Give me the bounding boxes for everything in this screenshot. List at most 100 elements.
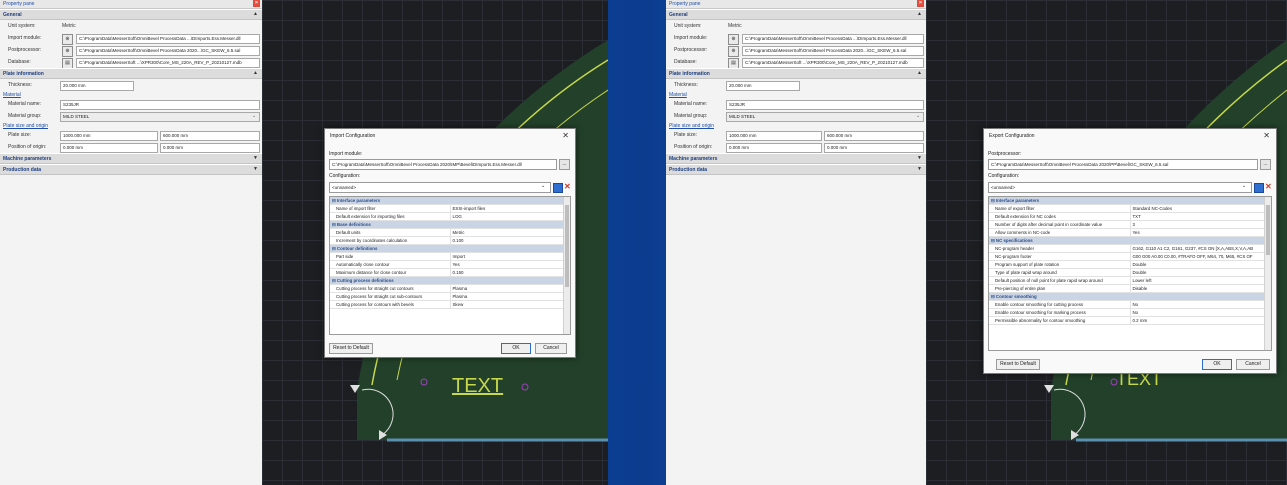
expand-icon[interactable]: ▼: [917, 166, 922, 172]
ok-button[interactable]: OK: [501, 343, 531, 354]
grid-row[interactable]: Type of plate rapid wrap around Double: [989, 268, 1271, 277]
postprocessor-field[interactable]: C:\ProgramData\MesserSoft\OmniBevel Proc…: [76, 46, 260, 56]
import-module-field[interactable]: C:\ProgramData\MesserSoft\OmniBevel Proc…: [76, 34, 260, 44]
property-value[interactable]: Double: [1130, 260, 1271, 269]
cad-canvas[interactable]: TEXT Import Configuration ✕ Import modul…: [262, 0, 608, 485]
browse-button[interactable]: ...: [1260, 159, 1271, 170]
grid-row[interactable]: Pre-piercing of entire plan Disable: [989, 284, 1271, 293]
cancel-button[interactable]: Cancel: [535, 343, 567, 354]
material-group-select[interactable]: MILD STEEL: [726, 112, 924, 122]
property-value[interactable]: TXT: [1130, 212, 1271, 221]
grid-row[interactable]: Enable contour smoothing for marking pro…: [989, 308, 1271, 317]
grid-category-row[interactable]: ⊟ Contour smoothing: [989, 292, 1271, 301]
grid-row[interactable]: Cutting process for straight cut contour…: [330, 284, 570, 293]
property-value[interactable]: Metric: [450, 228, 570, 237]
reset-to-default-button[interactable]: Reset to Default: [329, 343, 373, 354]
property-value[interactable]: Lower left: [1130, 276, 1271, 285]
expand-icon[interactable]: ▼: [917, 155, 922, 161]
grid-row[interactable]: Automatically close contour Yes: [330, 260, 570, 269]
section-plate-information[interactable]: Plate information ▲: [0, 68, 262, 79]
grid-row[interactable]: Maximum distance for close contour 0.150: [330, 268, 570, 277]
browse-button[interactable]: ...: [559, 159, 570, 170]
grid-category-row[interactable]: ⊟ Cutting process definitions: [330, 276, 570, 285]
origin-x-field[interactable]: 0.000 mm: [726, 143, 822, 153]
close-icon[interactable]: ✕: [562, 131, 569, 140]
material-name-field[interactable]: S235JR: [60, 100, 260, 110]
postprocessor-field[interactable]: C:\ProgramData\MesserSoft\OmniBevel Proc…: [742, 46, 924, 56]
chevron-down-icon[interactable]: ⌄: [1242, 183, 1246, 189]
scrollbar-thumb[interactable]: [565, 205, 569, 287]
import-module-field[interactable]: C:\ProgramData\MesserSoft\OmniBevel Proc…: [742, 34, 924, 44]
grid-row[interactable]: Default extension for NC codes TXT: [989, 212, 1271, 221]
grid-row[interactable]: Default position of null point for plate…: [989, 276, 1271, 285]
configuration-select[interactable]: <unnamed>: [329, 182, 551, 193]
plate-width-field[interactable]: 1000.000 mm: [726, 131, 822, 141]
grid-row[interactable]: Number of digits after decimal point in …: [989, 220, 1271, 229]
property-value[interactable]: Yes: [1130, 228, 1271, 237]
ok-button[interactable]: OK: [1202, 359, 1232, 370]
property-value[interactable]: 0.2 mm: [1130, 316, 1271, 325]
chevron-down-icon[interactable]: ⌄: [252, 113, 256, 119]
scrollbar-thumb[interactable]: [1266, 205, 1270, 255]
property-value[interactable]: 0.100: [450, 236, 570, 245]
grid-row[interactable]: Part side Import: [330, 252, 570, 261]
close-icon[interactable]: ✕: [917, 0, 924, 7]
cad-canvas[interactable]: TEXT Export Configuration ✕ Postprocesso…: [926, 0, 1287, 485]
grid-category-row[interactable]: ⊟ NC specifications: [989, 236, 1271, 245]
delete-icon[interactable]: ✕: [1265, 183, 1272, 191]
grid-row[interactable]: Default units Metric: [330, 228, 570, 237]
property-value[interactable]: Skew: [450, 300, 570, 309]
grid-category-row[interactable]: ⊟ Interface parameters: [989, 197, 1271, 205]
material-name-field[interactable]: S235JR: [726, 100, 924, 110]
grid-category-row[interactable]: ⊟ Interface parameters: [330, 197, 570, 205]
grid-category-row[interactable]: ⊟ Base definitions: [330, 220, 570, 229]
collapse-icon[interactable]: ▲: [917, 11, 922, 17]
section-machine-parameters[interactable]: Machine parameters ▼: [666, 153, 926, 164]
property-value[interactable]: G162, G110 A1 C2, G161, G237, #CS ON [X,…: [1130, 244, 1271, 253]
plate-width-field[interactable]: 1000.000 mm: [60, 131, 158, 141]
close-icon[interactable]: ✕: [253, 0, 260, 7]
database-field[interactable]: C:\ProgramData\MesserSoft ...\XPR300\Cor…: [742, 58, 924, 68]
section-production-data[interactable]: Production data ▼: [0, 164, 262, 175]
thickness-field[interactable]: 20.000 mm: [726, 81, 800, 91]
save-icon[interactable]: [553, 183, 563, 193]
section-plate-information[interactable]: Plate information ▲: [666, 68, 926, 79]
grid-row[interactable]: Permissible abnormality for contour smoo…: [989, 316, 1271, 325]
grid-row[interactable]: Increment by coordinates calculation 0.10…: [330, 236, 570, 245]
grid-row[interactable]: NC-program footer G00 G00 A0.00 C0.00, #T…: [989, 252, 1271, 261]
grid-category-row[interactable]: ⊟ Contour definitions: [330, 244, 570, 253]
property-value[interactable]: No: [1130, 308, 1271, 317]
plate-height-field[interactable]: 600.000 mm: [824, 131, 924, 141]
property-value[interactable]: 0.150: [450, 268, 570, 277]
database-field[interactable]: C:\ProgramData\MesserSoft ...\XPR300\Cor…: [76, 58, 260, 68]
postprocessor-path[interactable]: C:\ProgramData\MesserSoft\OmniBevel Proc…: [988, 159, 1258, 170]
section-machine-parameters[interactable]: Machine parameters ▼: [0, 153, 262, 164]
section-general[interactable]: General ▲: [0, 9, 262, 20]
property-value[interactable]: Plasma: [450, 292, 570, 301]
scrollbar[interactable]: [563, 197, 570, 334]
property-value[interactable]: LOG: [450, 212, 570, 221]
origin-x-field[interactable]: 0.000 mm: [60, 143, 158, 153]
grid-row[interactable]: Cutting process for contours with bevels…: [330, 300, 570, 309]
section-general[interactable]: General ▲: [666, 9, 926, 20]
origin-y-field[interactable]: 0.000 mm: [824, 143, 924, 153]
property-value[interactable]: Disable: [1130, 284, 1271, 293]
close-icon[interactable]: ✕: [1263, 131, 1270, 140]
chevron-down-icon[interactable]: ⌄: [916, 113, 920, 119]
expand-icon[interactable]: ▼: [253, 166, 258, 172]
collapse-icon[interactable]: ▲: [253, 11, 258, 17]
property-value[interactable]: Import: [450, 252, 570, 261]
grid-row[interactable]: Enable contour smoothing for cutting pro…: [989, 300, 1271, 309]
grid-row[interactable]: Name of export filter Standard NC-Codes: [989, 204, 1271, 213]
grid-row[interactable]: NC-program header G162, G110 A1 C2, G161,…: [989, 244, 1271, 253]
cancel-button[interactable]: Cancel: [1236, 359, 1270, 370]
property-value[interactable]: G00 G00 A0.00 C0.00, #TRAFO OFF, M64, 70…: [1130, 252, 1271, 261]
property-value[interactable]: ESSI-import files: [450, 204, 570, 213]
plate-height-field[interactable]: 600.000 mm: [160, 131, 260, 141]
grid-row[interactable]: Default extension for importing files LOG: [330, 212, 570, 221]
save-icon[interactable]: [1254, 183, 1264, 193]
property-value[interactable]: Standard NC-Codes: [1130, 204, 1271, 213]
property-value[interactable]: Plasma: [450, 284, 570, 293]
section-production-data[interactable]: Production data ▼: [666, 164, 926, 175]
configuration-select[interactable]: <unnamed>: [988, 182, 1252, 193]
